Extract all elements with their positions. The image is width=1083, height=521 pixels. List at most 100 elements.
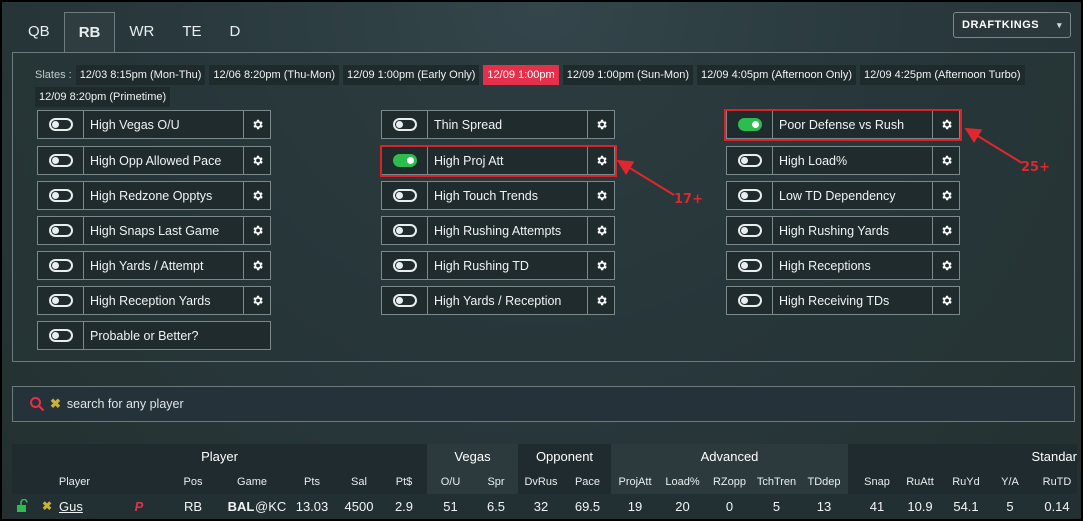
toggle-switch[interactable] xyxy=(738,224,762,237)
unlock-icon[interactable] xyxy=(16,499,28,512)
player-name-link[interactable]: Gus Edwards xyxy=(59,494,131,519)
filter-label: High Snaps Last Game xyxy=(90,223,220,238)
site-selector-button[interactable]: DRAFTKINGS ▾ xyxy=(953,12,1071,38)
table-row[interactable]: ✖ Gus Edwards P RB BAL @KC 13.03 4500 2.… xyxy=(12,494,1077,519)
remove-icon[interactable]: ✖ xyxy=(40,494,54,519)
slate-item[interactable]: 12/09 1:00pm (Sun-Mon) xyxy=(562,65,693,85)
filter-high-yards-reception[interactable]: High Yards / Reception xyxy=(381,286,615,315)
col-ou[interactable]: O/U xyxy=(427,470,474,494)
filter-high-yards-attempt[interactable]: High Yards / Attempt xyxy=(37,251,271,280)
filter-high-receiving-tds[interactable]: High Receiving TDs xyxy=(726,286,960,315)
toggle-switch[interactable] xyxy=(738,259,762,272)
col-projatt[interactable]: ProjAtt xyxy=(611,470,659,494)
gear-icon[interactable] xyxy=(243,252,270,279)
clear-icon[interactable]: ✖ xyxy=(50,396,61,412)
col-player[interactable]: Player xyxy=(42,470,107,494)
toggle-switch[interactable] xyxy=(393,224,417,237)
cell-spr: 6.5 xyxy=(486,499,506,514)
col-pts-per[interactable]: Pt$ xyxy=(389,470,419,494)
col-snap[interactable]: Snap xyxy=(857,470,897,494)
gear-icon[interactable] xyxy=(243,111,270,138)
tab-rb[interactable]: RB xyxy=(63,12,116,52)
gear-icon[interactable] xyxy=(932,252,959,279)
filter-probable-or-better[interactable]: Probable or Better? xyxy=(37,321,271,350)
toggle-switch[interactable] xyxy=(49,224,73,237)
toggle-switch[interactable] xyxy=(49,294,73,307)
filter-label: Thin Spread xyxy=(434,117,503,132)
col-dvrus[interactable]: DvRus xyxy=(518,470,564,494)
col-ruyd[interactable]: RuYd xyxy=(946,470,986,494)
gear-icon[interactable] xyxy=(587,287,614,314)
filter-high-reception-yards[interactable]: High Reception Yards xyxy=(37,286,271,315)
toggle-switch[interactable] xyxy=(393,189,417,202)
slate-item[interactable]: 12/09 4:25pm (Afternoon Turbo) xyxy=(860,65,1025,85)
slate-item[interactable]: 12/03 8:15pm (Mon-Thu) xyxy=(75,65,206,85)
filter-label: High Reception Yards xyxy=(90,293,211,308)
filter-thin-spread[interactable]: Thin Spread xyxy=(381,110,615,139)
toggle-switch[interactable] xyxy=(49,259,73,272)
filter-high-touch-trends[interactable]: High Touch Trends xyxy=(381,181,615,210)
gear-icon[interactable] xyxy=(587,252,614,279)
filter-high-rushing-td[interactable]: High Rushing TD xyxy=(381,251,615,280)
slate-item-active[interactable]: 12/09 1:00pm xyxy=(483,65,559,85)
filter-high-opp-allowed-pace[interactable]: High Opp Allowed Pace xyxy=(37,146,271,175)
toggle-switch[interactable] xyxy=(738,154,762,167)
gear-icon[interactable] xyxy=(243,287,270,314)
gear-icon[interactable] xyxy=(587,217,614,244)
filter-high-vegas-ou[interactable]: High Vegas O/U xyxy=(37,110,271,139)
filter-low-td-dependency[interactable]: Low TD Dependency xyxy=(726,181,960,210)
toggle-switch[interactable] xyxy=(393,118,417,131)
toggle-switch[interactable] xyxy=(393,294,417,307)
gear-icon[interactable] xyxy=(587,182,614,209)
col-tchtren[interactable]: TchTren xyxy=(753,470,800,494)
filter-high-rushing-yards[interactable]: High Rushing Yards xyxy=(726,216,960,245)
group-header-advanced: Advanced xyxy=(611,444,848,470)
col-load[interactable]: Load% xyxy=(659,470,706,494)
col-spr[interactable]: Spr xyxy=(474,470,518,494)
toggle-switch[interactable] xyxy=(393,259,417,272)
filter-high-redzone-opptys[interactable]: High Redzone Opptys xyxy=(37,181,271,210)
gear-icon[interactable] xyxy=(243,217,270,244)
col-pts[interactable]: Pts xyxy=(296,470,328,494)
gear-icon[interactable] xyxy=(932,147,959,174)
gear-icon[interactable] xyxy=(932,217,959,244)
col-game[interactable]: Game xyxy=(227,470,277,494)
filter-high-load[interactable]: High Load% xyxy=(726,146,960,175)
slate-item[interactable]: 12/09 8:20pm (Primetime) xyxy=(35,87,171,107)
cell-ruyd: 54.1 xyxy=(953,499,979,514)
col-tddep[interactable]: TDdep xyxy=(800,470,848,494)
slate-item[interactable]: 12/06 8:20pm (Thu-Mon) xyxy=(209,65,340,85)
search-input[interactable] xyxy=(66,397,567,411)
col-rutd[interactable]: RuTD xyxy=(1037,470,1077,494)
tab-te[interactable]: TE xyxy=(168,12,215,52)
tab-qb[interactable]: QB xyxy=(14,12,64,52)
col-rzopp[interactable]: RZopp xyxy=(706,470,753,494)
gear-icon[interactable] xyxy=(587,111,614,138)
toggle-switch[interactable] xyxy=(738,189,762,202)
toggle-switch[interactable] xyxy=(738,294,762,307)
gear-icon[interactable] xyxy=(932,182,959,209)
tab-d[interactable]: D xyxy=(216,12,255,52)
status-badge: P xyxy=(134,499,144,514)
gear-icon[interactable] xyxy=(932,287,959,314)
col-pace[interactable]: Pace xyxy=(564,470,611,494)
toggle-switch[interactable] xyxy=(49,189,73,202)
slate-item[interactable]: 12/09 4:05pm (Afternoon Only) xyxy=(697,65,857,85)
cell-opp: @KC xyxy=(255,499,287,514)
gear-icon[interactable] xyxy=(243,182,270,209)
toggle-switch[interactable] xyxy=(49,154,73,167)
col-ruatt[interactable]: RuAtt xyxy=(900,470,940,494)
slate-item[interactable]: 12/09 1:00pm (Early Only) xyxy=(343,65,480,85)
annotation-proj-att: 17+ xyxy=(674,192,703,207)
filter-high-snaps-last-game[interactable]: High Snaps Last Game xyxy=(37,216,271,245)
toggle-switch[interactable] xyxy=(49,329,73,342)
tab-wr[interactable]: WR xyxy=(115,12,168,52)
filter-label: High Yards / Attempt xyxy=(90,258,204,273)
col-pos[interactable]: Pos xyxy=(177,470,209,494)
col-ya[interactable]: Y/A xyxy=(994,470,1026,494)
col-sal[interactable]: Sal xyxy=(342,470,376,494)
toggle-switch[interactable] xyxy=(49,118,73,131)
filter-high-rushing-attempts[interactable]: High Rushing Attempts xyxy=(381,216,615,245)
gear-icon[interactable] xyxy=(243,147,270,174)
filter-high-receptions[interactable]: High Receptions xyxy=(726,251,960,280)
